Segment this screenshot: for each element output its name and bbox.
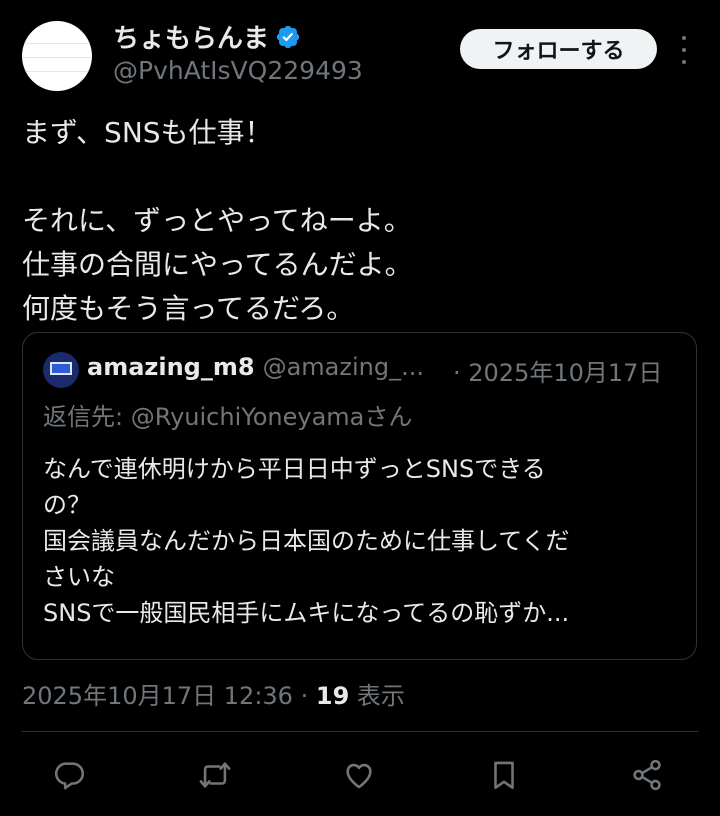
quoted-tweet-card[interactable]: amazing_m8 @amazing_... · 2025年10月17日 返信… [22,332,697,660]
quoted-text: なんで連休明けから平日日中ずっとSNSできる の？ 国会議員なんだから日本国のた… [43,451,678,631]
avatar-line [22,43,92,44]
bookmark-icon [494,761,514,790]
quoted-line: SNSで一般国民相手にムキになってるの恥ずか... [43,599,570,627]
tweet-line: まず、SNSも仕事！ [22,116,273,149]
quoted-handle[interactable]: @amazing_... [263,353,424,381]
like-button[interactable] [336,752,382,798]
tweet-text: まず、SNSも仕事！ それに、ずっとやってねーよ。 仕事の合間にやってるんだよ。… [22,111,692,331]
more-dot [682,48,686,52]
meta-separator: · [300,682,309,710]
author-name-row: ちょもらんま [113,18,301,55]
more-dot [682,36,686,40]
author-display-name[interactable]: ちょもらんま [113,18,269,55]
quoted-display-name[interactable]: amazing_m8 [87,353,255,381]
quoted-reply-to: 返信先: @RyuichiYoneyamaさん [43,397,412,432]
tweet-line: 仕事の合間にやってるんだよ。 [22,248,413,281]
author-avatar[interactable] [22,21,92,91]
author-handle[interactable]: @PvhAtIsVQ229493 [113,56,363,85]
quoted-line: なんで連休明けから平日日中ずっとSNSできる [43,455,546,483]
views-count: 19 [315,682,350,710]
like-icon [346,763,372,789]
views-label: 表示 [356,682,405,710]
divider [22,731,698,732]
quoted-avatar[interactable] [43,352,79,388]
reply-prefix: 返信先: [43,403,124,431]
share-button[interactable] [624,752,670,798]
bookmark-button[interactable] [481,752,527,798]
avatar-image [50,362,72,375]
quoted-line: さいな [43,563,115,591]
avatar-line [22,71,92,72]
avatar-line [22,57,92,58]
more-options-icon[interactable] [672,36,696,64]
share-icon [633,759,661,791]
tweet-timestamp[interactable]: 2025年10月17日 12:36 [22,682,293,710]
tweet-line: 何度もそう言ってるだろ。 [22,292,355,325]
reply-icon [54,762,85,790]
repost-button[interactable] [192,752,238,798]
reply-target[interactable]: @RyuichiYoneyamaさん [131,403,413,431]
tweet-line: それに、ずっとやってねーよ。 [22,204,412,237]
quoted-line: 国会議員なんだから日本国のために仕事してくだ [43,527,570,555]
quoted-line: の？ [43,491,91,519]
action-bar [0,752,720,798]
quoted-date[interactable]: · 2025年10月17日 [453,353,662,388]
follow-button[interactable]: フォローする [460,29,657,69]
quoted-header: amazing_m8 @amazing_... [87,353,424,381]
verified-badge-icon [276,25,300,48]
tweet-meta: 2025年10月17日 12:36 · 19 表示 [22,676,405,711]
repost-icon [199,762,231,788]
reply-button[interactable] [47,752,93,798]
more-dot [682,60,686,64]
